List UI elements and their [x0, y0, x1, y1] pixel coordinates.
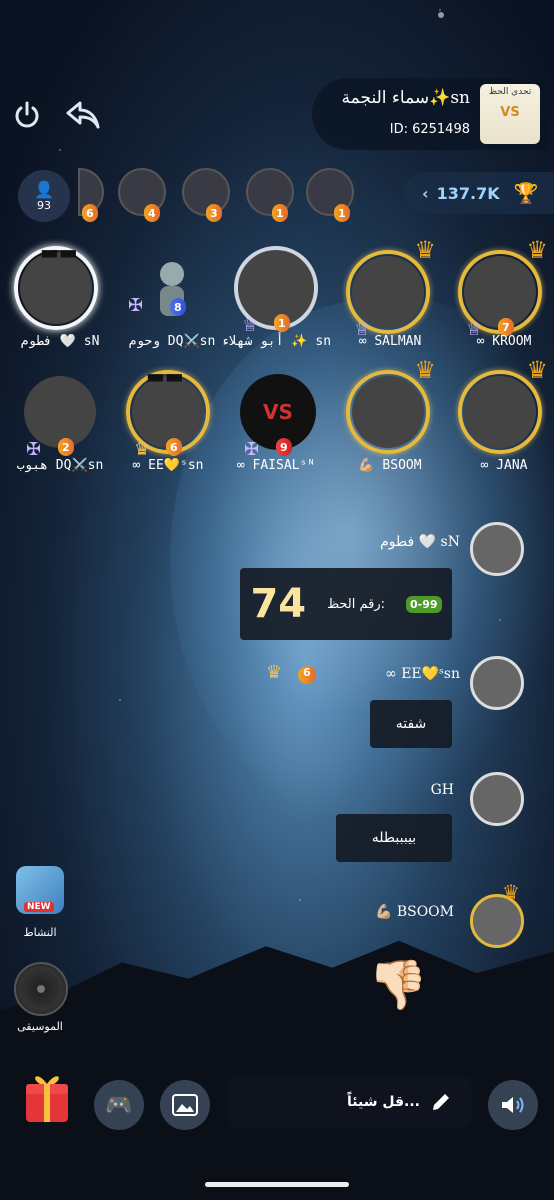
games-button[interactable]: 🎮 — [94, 1080, 144, 1130]
crown-small-icon: ♛ — [266, 662, 283, 683]
activity-label: النشاط — [23, 926, 57, 939]
message-avatar[interactable] — [470, 522, 524, 576]
power-icon — [15, 101, 39, 128]
pencil-icon — [433, 1094, 449, 1110]
reply-arrow-icon — [66, 101, 100, 129]
seat-name: ∞ JANA — [480, 458, 528, 473]
lucky-label: رقم الحظ: — [327, 596, 386, 612]
message-sender: GH — [430, 782, 454, 798]
new-badge: NEW — [24, 902, 54, 912]
seat-7[interactable]: ♛ — [346, 356, 436, 454]
lucky-number-card: 74 رقم الحظ: 0-99 — [240, 568, 452, 640]
top-viewer-badge: 3 — [206, 204, 222, 222]
seat-name: أبو شهلاء ✨ sn — [220, 334, 332, 349]
music-label: الموسيقى — [17, 1020, 63, 1033]
top-viewer-badge: 6 — [82, 204, 98, 222]
activity-button[interactable]: NEW — [16, 866, 64, 914]
seat-2[interactable]: ♛ ♕ — [346, 236, 436, 340]
seat-1[interactable]: ♛ ♕ 7 — [458, 236, 548, 340]
crown-icon: ♛ — [414, 356, 436, 384]
room-thumb-label: تحدي الحظ — [488, 87, 532, 97]
seat-name: ∞ SALMAN — [358, 334, 422, 349]
room-id: ID: 6251498 — [389, 122, 470, 137]
message-sender: 💪🏼 BSOOM — [374, 904, 454, 920]
gem-icon: ✠ — [26, 439, 42, 460]
sunglasses-icon: ▬▬ — [146, 364, 184, 388]
message-bubble: بيبببطله — [336, 814, 452, 862]
lucky-number: 74 — [250, 581, 307, 627]
user-icon: 👤 — [34, 180, 54, 199]
seat-level: 1 — [274, 314, 290, 332]
message-avatar[interactable] — [470, 772, 524, 826]
top-viewer-badge: 1 — [334, 204, 350, 222]
seat-level: 6 — [166, 438, 182, 456]
image-icon — [172, 1094, 198, 1116]
crown-icon: ♛ — [414, 236, 436, 264]
seat-name: فطوم 🤍 sN — [20, 334, 100, 349]
seat-6[interactable]: ♛ — [458, 356, 548, 454]
sender-level-badge: 6 — [298, 666, 316, 684]
crown-icon: ♛ — [526, 356, 548, 384]
gift-button[interactable] — [22, 1068, 72, 1126]
trophy-value: 137.7K — [436, 183, 500, 203]
message-sender: فطوم 🤍 sN — [380, 534, 460, 550]
seat-10[interactable]: ✠ 2 — [18, 370, 102, 460]
seat-name: ∞ KROOM — [476, 334, 532, 349]
crown-icon: ♛ — [502, 880, 520, 904]
thumbs-down-sticker: 👎🏻 — [368, 957, 428, 1013]
gem-icon: ✠ — [244, 439, 260, 460]
exit-button[interactable] — [62, 94, 104, 136]
seat-name: وحوم DQ⚔️sn — [128, 334, 216, 349]
message-sender: ∞ EE💛ˢsn — [385, 666, 460, 682]
top-viewer-badge: 4 — [144, 204, 160, 222]
gem-icon: ✠ — [128, 295, 144, 316]
vs-icon: VS — [500, 105, 520, 120]
music-button[interactable] — [14, 962, 68, 1016]
image-button[interactable] — [160, 1080, 210, 1130]
status-dot — [438, 12, 444, 18]
seat-name: ∞ FAISALˢᴺ — [236, 458, 316, 473]
room-thumbnail[interactable]: تحدي الحظ VS — [480, 84, 540, 144]
avatar — [24, 376, 96, 448]
seat-name: ∞ EE💛ˢsn — [132, 458, 204, 473]
gamepad-icon: 🎮 — [105, 1092, 133, 1118]
viewers-count: 93 — [37, 199, 51, 212]
home-indicator — [205, 1182, 349, 1187]
room-title: سماء النجمة✨sn — [341, 88, 470, 108]
seat-3[interactable]: ♕ 1 — [234, 246, 318, 336]
seat-name: هبوب DQ⚔️sn — [16, 458, 104, 473]
top-viewer-badge: 1 — [272, 204, 288, 222]
lucky-badge-icon: 0-99 — [406, 595, 442, 613]
trophy-button[interactable]: ‹ 137.7K 🏆 — [404, 172, 554, 214]
seat-4[interactable]: ✠ 8 — [128, 246, 214, 330]
crown-icon: ♛ — [526, 236, 548, 264]
seat-8[interactable]: VS ✠ 9 — [236, 370, 320, 460]
seat-5[interactable]: ▬▬ — [14, 240, 98, 330]
seat-level: 2 — [58, 438, 74, 456]
sunglasses-icon: ▬▬ — [40, 240, 78, 264]
power-button[interactable] — [6, 94, 48, 136]
chat-input[interactable]: قل شيئاً... — [228, 1076, 472, 1128]
trophy-icon: 🏆 — [513, 181, 539, 205]
seat-level: 9 — [276, 438, 292, 456]
chevron-left-icon: ‹ — [422, 183, 429, 203]
seat-name: 💪🏼 BSOOM — [358, 458, 422, 473]
crown-small-icon: ♛ — [134, 439, 151, 460]
chat-input-placeholder: قل شيئاً... — [347, 1094, 420, 1110]
message-bubble: شفته — [370, 700, 452, 748]
viewers-count-button[interactable]: 👤 93 — [18, 170, 70, 222]
gem-icon: ♕ — [242, 315, 259, 336]
seat-level: 8 — [170, 298, 186, 316]
seat-9[interactable]: ▬▬ ♛ 6 — [126, 364, 210, 460]
speaker-button[interactable] — [488, 1080, 538, 1130]
message-avatar[interactable] — [470, 656, 524, 710]
gift-icon — [26, 1076, 68, 1122]
speaker-icon — [502, 1097, 524, 1113]
